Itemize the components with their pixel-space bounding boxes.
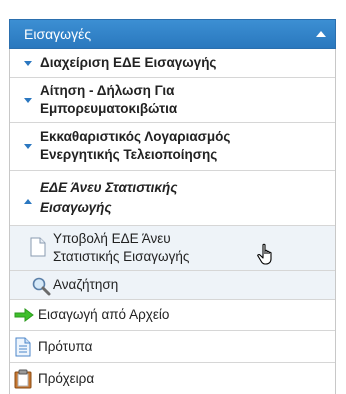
green-arrow-icon [14, 307, 34, 326]
menu-item-label: Διαχείριση ΕΔΕ Εισαγωγής [40, 55, 217, 70]
menu-item-active-processing-account[interactable]: Εκκαθαριστικός Λογαριασμός Ενεργητικής Τ… [10, 123, 335, 171]
menu-item-label: Πρόχειρα [38, 371, 95, 386]
menu-item-templates[interactable]: Πρότυπα [10, 331, 335, 363]
imports-section-header[interactable]: Εισαγωγές [9, 19, 336, 49]
menu-item-import-from-file[interactable]: Εισαγωγή από Αρχείο [10, 300, 335, 331]
menu-item-label-line1: Εκκαθαριστικός Λογαριασμός [40, 129, 231, 144]
menu-item-label-line1: ΕΔΕ Άνευ Στατιστικής [40, 180, 178, 195]
magnifier-icon [31, 276, 51, 299]
hand-cursor-icon [257, 243, 277, 270]
menu-item-ede-non-statistical[interactable]: ΕΔΕ Άνευ Στατιστικής Εισαγωγής [10, 171, 335, 226]
clipboard-icon [14, 369, 32, 392]
submenu-item-submit-ede[interactable]: Υποβολή ΕΔΕ Άνευ Στατιστικής Εισαγωγής [10, 226, 335, 271]
expand-arrow-icon [24, 98, 32, 103]
document-icon [30, 237, 46, 260]
expand-arrow-icon [24, 61, 32, 66]
collapse-arrow-icon [24, 199, 32, 204]
menu-item-label: Εισαγωγή από Αρχείο [38, 307, 170, 322]
submenu-item-label: Αναζήτηση [53, 277, 119, 292]
menu-item-label-line1: Αίτηση - Δήλωση Για [40, 83, 175, 98]
submenu-item-label-line2: Στατιστικής Εισαγωγής [53, 249, 190, 264]
menu-item-container-declaration[interactable]: Αίτηση - Δήλωση Για Εμπορευματοκιβώτια [10, 78, 335, 123]
collapse-caret-icon[interactable] [316, 31, 326, 37]
menu-item-label: Πρότυπα [38, 339, 93, 354]
menu-item-drafts[interactable]: Πρόχειρα [10, 363, 335, 394]
submenu-item-label-line1: Υποβολή ΕΔΕ Άνευ [53, 231, 171, 246]
expand-arrow-icon [24, 144, 32, 149]
template-document-icon [15, 337, 31, 360]
menu-item-label-line2: Ενεργητικής Τελειοποίησης [40, 147, 218, 162]
imports-header-label: Εισαγωγές [24, 26, 92, 42]
submenu-item-search[interactable]: Αναζήτηση [10, 271, 335, 300]
menu-item-label-line2: Εισαγωγής [40, 200, 112, 215]
menu-item-label-line2: Εμπορευματοκιβώτια [40, 101, 178, 116]
menu-item-manage-ede-import[interactable]: Διαχείριση ΕΔΕ Εισαγωγής [10, 49, 335, 78]
